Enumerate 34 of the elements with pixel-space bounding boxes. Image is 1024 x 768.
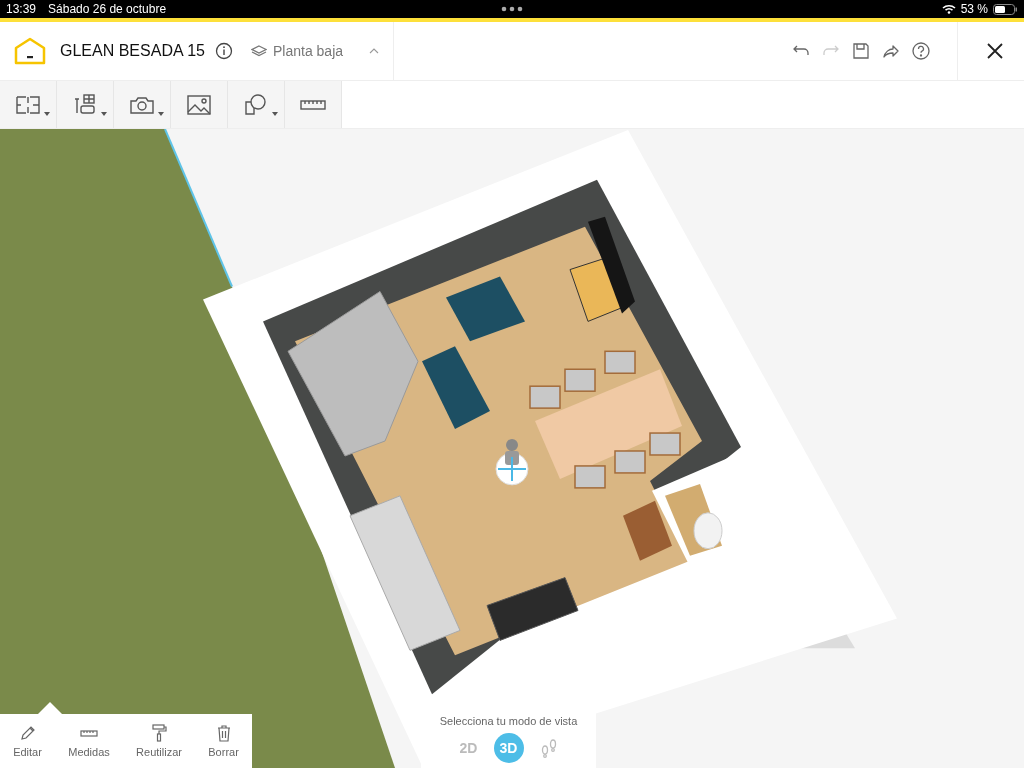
help-icon[interactable]: [911, 41, 931, 61]
floorplan-tool[interactable]: [0, 81, 57, 128]
close-icon[interactable]: [986, 42, 1004, 60]
image-icon: [186, 92, 212, 117]
pencil-icon: [18, 724, 37, 742]
delete-button[interactable]: Borrar: [208, 724, 239, 758]
floor-selector[interactable]: Planta baja: [250, 22, 395, 80]
multitask-dots-icon[interactable]: [501, 6, 523, 12]
reuse-button[interactable]: Reutilizar: [136, 724, 182, 758]
battery-percent: 53 %: [960, 2, 988, 16]
furniture-tool[interactable]: [57, 81, 114, 128]
paint-roller-icon: [150, 724, 169, 742]
layers-icon: [250, 45, 267, 57]
furniture-icon: [72, 92, 98, 117]
edit-button[interactable]: Editar: [13, 724, 42, 758]
measures-button[interactable]: Medidas: [68, 724, 110, 758]
camera-tool[interactable]: [114, 81, 171, 128]
status-date: Sábado 26 de octubre: [48, 2, 167, 16]
cabinet: [623, 500, 672, 561]
battery-icon: [993, 3, 1018, 15]
ruler-tool[interactable]: [285, 81, 342, 128]
save-icon[interactable]: [851, 41, 871, 61]
project-title: GLEAN BESADA 15: [60, 42, 205, 60]
image-tool[interactable]: [171, 81, 228, 128]
person-marker: [495, 439, 529, 486]
status-time: 13:39: [6, 2, 37, 16]
footsteps-icon: [539, 738, 558, 758]
toilet: [693, 512, 723, 550]
shapes-icon: [243, 92, 269, 117]
info-icon[interactable]: [214, 42, 233, 60]
shapes-tool[interactable]: [228, 81, 285, 128]
wifi-icon: [941, 4, 956, 14]
view-mode-prompt: Selecciona tu modo de vista: [439, 715, 578, 727]
chevron-up-icon: [369, 48, 380, 54]
